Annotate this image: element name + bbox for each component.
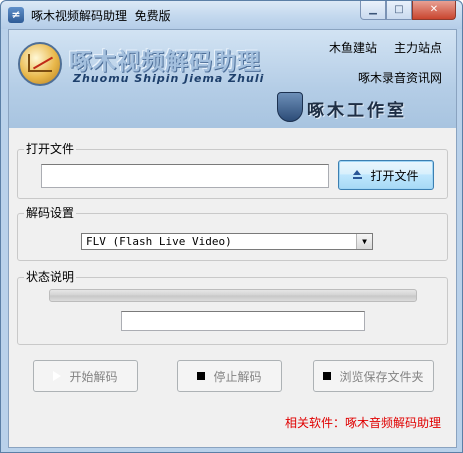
file-path-input[interactable] — [41, 164, 329, 188]
status-text-field — [121, 311, 365, 331]
studio-shield-icon — [277, 92, 303, 122]
decode-progress-bar — [49, 289, 417, 302]
link-recording-news[interactable]: 啄木录音资讯网 — [358, 69, 442, 86]
minimize-button[interactable]: ▁ — [360, 1, 386, 20]
stop-decode-button[interactable]: 停止解码 — [177, 360, 282, 392]
start-decode-button[interactable]: 开始解码 — [33, 360, 138, 392]
stop-icon — [323, 372, 332, 380]
chart-icon — [28, 54, 52, 72]
window-controls: ▁ □ ✕ — [360, 1, 456, 20]
link-muyu-site[interactable]: 木鱼建站 — [329, 39, 377, 56]
eject-icon — [353, 170, 363, 180]
maximize-icon: □ — [394, 4, 404, 15]
app-window: ≠ 啄木视频解码助理 免费版 ▁ □ ✕ 啄木视频解码助理 Zhuomu Shi… — [0, 0, 463, 453]
link-main-site[interactable]: 主力站点 — [394, 39, 442, 56]
close-button[interactable]: ✕ — [412, 1, 456, 20]
title-bar[interactable]: ≠ 啄木视频解码助理 免费版 ▁ □ ✕ — [1, 1, 462, 29]
open-file-button-label: 打开文件 — [370, 168, 419, 183]
open-file-button[interactable]: 打开文件 — [338, 160, 434, 190]
banner-pinyin: Zhuomu Shipin Jiema Zhuli — [73, 72, 265, 85]
format-select[interactable]: FLV (Flash Live Video) ▼ — [81, 233, 373, 250]
open-file-group-label: 打开文件 — [24, 142, 77, 156]
app-icon[interactable]: ≠ — [8, 7, 24, 23]
header-banner: 啄木视频解码助理 Zhuomu Shipin Jiema Zhuli 木鱼建站 … — [9, 30, 456, 128]
maximize-button[interactable]: □ — [386, 1, 412, 20]
browse-save-folder-label: 浏览保存文件夹 — [339, 369, 424, 384]
format-select-value: FLV (Flash Live Video) — [86, 235, 232, 248]
client-area: 啄木视频解码助理 Zhuomu Shipin Jiema Zhuli 木鱼建站 … — [8, 29, 457, 448]
stop-icon — [197, 372, 206, 380]
studio-name: 啄木工作室 — [307, 101, 407, 121]
close-icon: ✕ — [429, 4, 439, 15]
minimize-icon: ▁ — [369, 4, 377, 15]
decode-settings-group-label: 解码设置 — [24, 206, 77, 220]
chevron-down-icon[interactable]: ▼ — [356, 234, 372, 249]
browse-save-folder-button[interactable]: 浏览保存文件夹 — [313, 360, 434, 392]
banner-title: 啄木视频解码助理 — [69, 49, 261, 75]
play-icon — [53, 371, 62, 381]
stop-decode-label: 停止解码 — [213, 369, 262, 384]
start-decode-label: 开始解码 — [69, 369, 118, 384]
status-group-label: 状态说明 — [24, 270, 77, 284]
window-title: 啄木视频解码助理 免费版 — [31, 9, 171, 23]
related-software-link[interactable]: 相关软件：啄木音频解码助理 — [285, 414, 441, 431]
